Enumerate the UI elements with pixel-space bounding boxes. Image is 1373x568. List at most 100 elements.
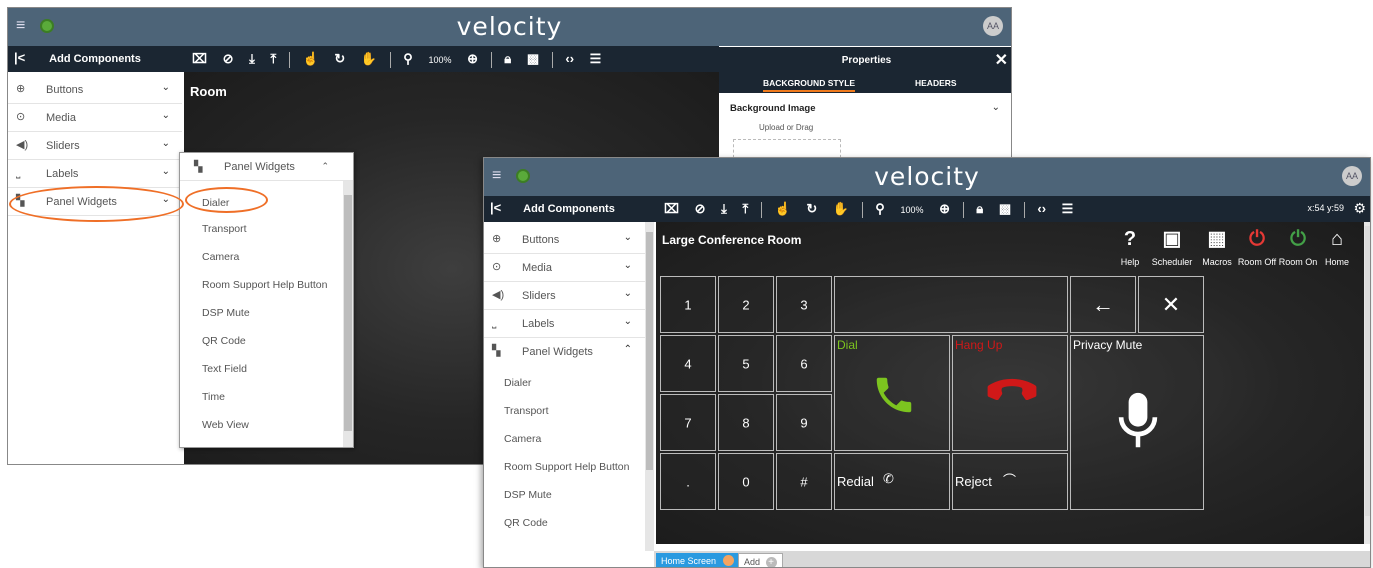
hand-icon[interactable]: ✋ <box>361 46 377 72</box>
settings-sliders-icon[interactable]: ☰ <box>1062 196 1074 222</box>
upload-icon[interactable]: ⤒ <box>271 46 277 72</box>
clear-button[interactable]: ✕ <box>1138 276 1204 333</box>
key-label: 7 <box>684 415 692 430</box>
canvas-room-title: Large Conference Room <box>662 233 802 247</box>
home-button[interactable]: ⌂ Home <box>1320 228 1354 267</box>
redial-button[interactable]: Redial ✆ <box>834 453 950 510</box>
avatar[interactable]: AA <box>1342 166 1362 186</box>
toolbar-divider <box>861 201 863 218</box>
reject-button[interactable]: Reject ⌒ <box>952 453 1068 510</box>
keypad-key-1[interactable]: 1 <box>660 276 716 333</box>
room-off-button[interactable]: ⏻ Room Off <box>1236 228 1278 267</box>
refresh-icon[interactable]: ↻ <box>806 196 817 222</box>
widget-qr-code[interactable]: QR Code <box>202 335 246 347</box>
keypad-key-6[interactable]: 6 <box>776 335 832 392</box>
keypad-key-dot[interactable]: . <box>660 453 716 510</box>
dial-button[interactable]: Dial <box>834 335 950 451</box>
widget-camera[interactable]: Camera <box>504 433 541 445</box>
keypad-key-4[interactable]: 4 <box>660 335 716 392</box>
rotate-icon[interactable]: ⊘ <box>695 196 706 222</box>
widget-qr-code[interactable]: QR Code <box>504 517 548 529</box>
privacy-mute-button[interactable]: Privacy Mute <box>1070 335 1204 510</box>
canvas-scrollbar[interactable] <box>1364 222 1370 544</box>
keypad-key-9[interactable]: 9 <box>776 394 832 451</box>
widget-camera[interactable]: Camera <box>202 251 239 263</box>
dropdown-header[interactable]: ▚ Panel Widgets ⌃ <box>180 153 353 181</box>
hang-up-button[interactable]: Hang Up <box>952 335 1068 451</box>
label-icon: ⎵ <box>16 167 21 179</box>
settings-sliders-icon[interactable]: ☰ <box>590 46 602 72</box>
dropdown-scrollbar[interactable] <box>343 181 353 447</box>
category-sliders[interactable]: ◀) Sliders ⌄ <box>8 132 182 160</box>
avatar[interactable]: AA <box>983 16 1003 36</box>
category-buttons[interactable]: ⊕ Buttons ⌄ <box>484 226 654 254</box>
upload-icon[interactable]: ⤒ <box>743 196 749 222</box>
widget-dsp-mute[interactable]: DSP Mute <box>202 307 250 319</box>
widget-dsp-mute[interactable]: DSP Mute <box>504 489 552 501</box>
keypad-key-5[interactable]: 5 <box>718 335 774 392</box>
download-icon[interactable]: ⤓ <box>721 196 727 222</box>
category-media[interactable]: ⊙ Media ⌄ <box>484 254 654 282</box>
category-media[interactable]: ⊙ Media ⌄ <box>8 104 182 132</box>
keypad-key-8[interactable]: 8 <box>718 394 774 451</box>
info-icon[interactable] <box>722 555 734 566</box>
keypad-key-hash[interactable]: # <box>776 453 832 510</box>
widget-transport[interactable]: Transport <box>202 223 247 235</box>
gear-icon[interactable]: ⚙ <box>1353 200 1366 217</box>
scrollbar-thumb[interactable] <box>646 232 653 470</box>
room-on-button[interactable]: ⏻ Room On <box>1276 228 1320 267</box>
tab-add-screen[interactable]: Add + <box>738 553 783 567</box>
category-labels[interactable]: ⎵ Labels ⌄ <box>484 310 654 338</box>
room-off-label: Room Off <box>1237 257 1277 267</box>
zoom-out-icon[interactable]: ⚲ <box>875 196 885 222</box>
tab-home-screen[interactable]: Home Screen <box>656 553 739 567</box>
scheduler-button[interactable]: ▣ Scheduler <box>1148 228 1196 267</box>
widget-room-support-help-button[interactable]: Room Support Help Button <box>504 461 630 473</box>
lock-icon[interactable]: 🔒︎ <box>504 46 511 72</box>
keypad-key-2[interactable]: 2 <box>718 276 774 333</box>
category-sliders[interactable]: ◀) Sliders ⌄ <box>484 282 654 310</box>
rotate-icon[interactable]: ⊘ <box>223 46 234 72</box>
widget-transport[interactable]: Transport <box>504 405 549 417</box>
category-panel-widgets[interactable]: ▚ Panel Widgets ⌃ <box>484 338 654 366</box>
hand-icon[interactable]: ✋ <box>833 196 849 222</box>
widget-text-field[interactable]: Text Field <box>202 363 247 375</box>
code-icon[interactable]: ‹› <box>1037 196 1046 222</box>
touch-icon[interactable]: ☝ <box>303 46 319 72</box>
widget-room-support-help-button[interactable]: Room Support Help Button <box>202 279 328 291</box>
help-button[interactable]: ? Help <box>1112 228 1148 267</box>
macros-button[interactable]: ▦ Macros <box>1196 228 1238 267</box>
sidebar-scrollbar[interactable] <box>645 222 654 551</box>
keypad-key-3[interactable]: 3 <box>776 276 832 333</box>
design-canvas[interactable]: Large Conference Room ? Help ▣ Scheduler… <box>656 222 1370 544</box>
lock-icon[interactable]: 🔒︎ <box>976 196 983 222</box>
app-logo: velocity <box>456 12 563 41</box>
category-label: Sliders <box>522 290 556 302</box>
close-icon[interactable]: ✕ <box>995 50 1008 70</box>
code-icon[interactable]: ‹› <box>565 46 574 72</box>
zoom-out-icon[interactable]: ⚲ <box>403 46 413 72</box>
chevron-down-icon[interactable]: ⌄ <box>992 102 1000 113</box>
zoom-in-icon[interactable]: ⊕ <box>467 46 478 72</box>
touch-icon[interactable]: ☝ <box>775 196 791 222</box>
grid-toggle-icon[interactable]: ▩ <box>999 196 1011 222</box>
keypad-key-0[interactable]: 0 <box>718 453 774 510</box>
category-buttons[interactable]: ⊕ Buttons ⌄ <box>8 76 182 104</box>
backspace-button[interactable]: ← <box>1070 276 1136 333</box>
zoom-in-icon[interactable]: ⊕ <box>939 196 950 222</box>
tab-headers[interactable]: HEADERS <box>915 78 957 88</box>
widget-web-view[interactable]: Web View <box>202 419 249 431</box>
device-icon[interactable]: ⌧ <box>664 196 679 222</box>
scrollbar-thumb[interactable] <box>344 195 352 431</box>
scrollbar-thumb[interactable] <box>1365 226 1370 516</box>
grid-toggle-icon[interactable]: ▩ <box>527 46 539 72</box>
widget-dialer[interactable]: Dialer <box>504 377 531 389</box>
device-icon[interactable]: ⌧ <box>192 46 207 72</box>
refresh-icon[interactable]: ↻ <box>334 46 345 72</box>
widget-time[interactable]: Time <box>202 391 225 403</box>
category-labels[interactable]: ⎵ Labels ⌄ <box>8 160 182 188</box>
tab-background-style[interactable]: BACKGROUND STYLE <box>763 78 856 92</box>
chevron-up-icon: ⌃ <box>623 344 632 355</box>
keypad-key-7[interactable]: 7 <box>660 394 716 451</box>
download-icon[interactable]: ⤓ <box>249 46 255 72</box>
